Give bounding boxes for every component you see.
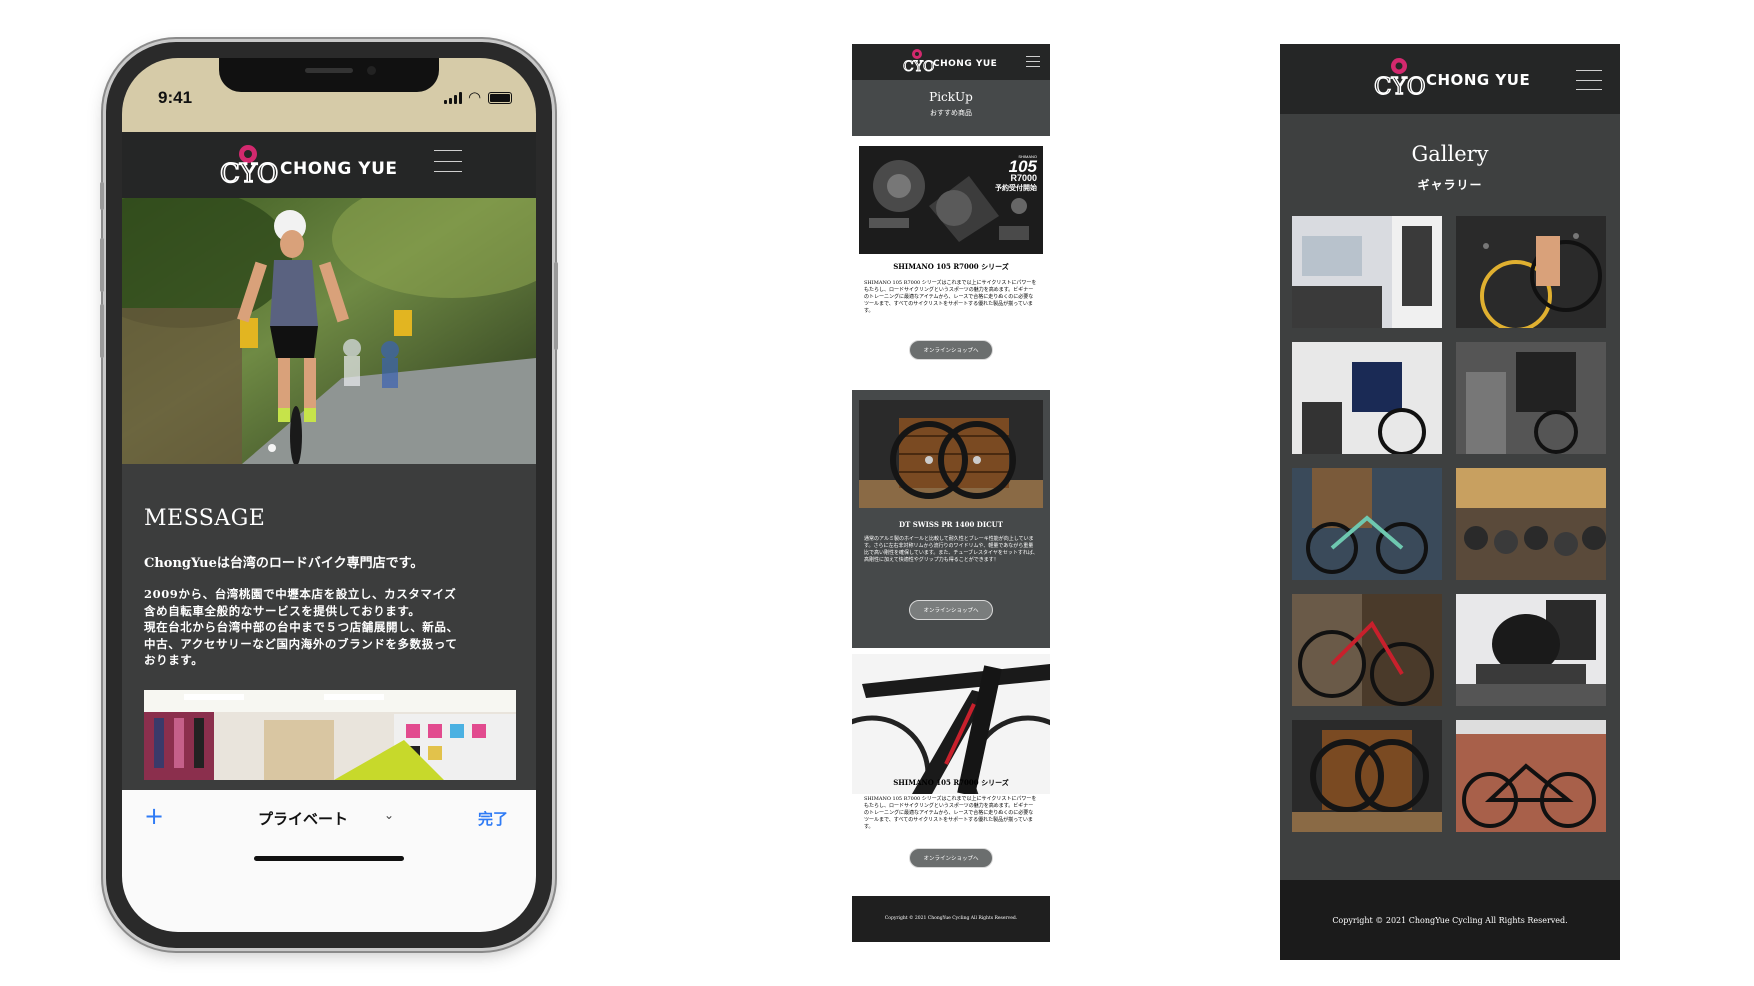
brand-wordmark: CHONG YUE	[933, 59, 998, 69]
done-button[interactable]: 完了	[478, 808, 508, 829]
private-tab-group-button[interactable]: プライベート	[258, 808, 348, 829]
product-description: SHIMANO 105 R7000 シリーズはこれまで以上にサイクリストにパワー…	[864, 280, 1037, 314]
status-bar: 9:41 ◠	[122, 58, 536, 132]
cyo-logo-mark: CYO	[219, 145, 279, 186]
gallery-photo-bike-fitting[interactable]	[1292, 342, 1442, 454]
svg-text:CYO: CYO	[903, 59, 934, 74]
product-description: SHIMANO 105 R7000 シリーズはこれまで以上にサイクリストにパワー…	[864, 796, 1037, 830]
product-card: SHIMANO 105 R7000 予約受付開始 SHIMANO 105 R70…	[852, 136, 1050, 396]
home-indicator[interactable]	[254, 856, 404, 861]
pickup-title: PickUp	[929, 90, 973, 104]
hamburger-menu-icon[interactable]	[1026, 56, 1040, 67]
online-shop-button[interactable]: オンラインショップへ	[909, 340, 993, 360]
product-title: SHIMANO 105 R7000 シリーズ	[893, 778, 1009, 787]
message-lead: ChongYueは台湾のロードバイク専門店です。	[144, 556, 424, 571]
phone-mockup: 9:41 ◠ CYO CHONG YUE MESSAGE ChongYueは台湾…	[100, 42, 558, 948]
side-button	[554, 262, 558, 350]
hamburger-menu-icon[interactable]	[1576, 70, 1602, 90]
site-footer: Copyright © 2021 ChongYue Cycling All Ri…	[1280, 880, 1620, 960]
site-header: CYO CHONG YUE	[852, 44, 1050, 80]
product-description: 通常のアルミ製のホイールと比較して耐久性とブレーキ性能が向上しています。さらに左…	[864, 536, 1038, 563]
cyo-logo-mark: CYO	[1373, 58, 1426, 98]
gallery-page-preview: CYO CHONG YUE Gallery ギャラリー Copyright © …	[1280, 44, 1620, 960]
message-paragraph: 2009から、台湾桃園で中壢本店を設立し、カスタマイズ含め自転車全般的なサービス…	[144, 587, 457, 618]
cyo-logo-mark: CYO	[903, 49, 934, 74]
product-image-shimano-105: SHIMANO 105 R7000 予約受付開始	[859, 146, 1043, 254]
gallery-photo-wheels-on-pallet[interactable]	[1292, 720, 1442, 832]
site-header: CYO CHONG YUE	[1280, 44, 1620, 114]
volume-down-button	[100, 304, 104, 358]
pickup-page-preview: CYO CHONG YUE PickUp おすすめ商品 SHIMANO 105 …	[852, 44, 1050, 960]
badge-series: R7000	[1010, 173, 1037, 183]
status-time: 9:41	[158, 88, 193, 107]
brand-wordmark: CHONG YUE	[280, 159, 398, 179]
svg-text:CYO: CYO	[1374, 74, 1426, 98]
product-image-badge: SHIMANO 105 R7000 予約受付開始	[971, 154, 1037, 193]
gallery-photo-trainer-session[interactable]	[1456, 342, 1606, 454]
brand-logo[interactable]: CYO CHONG YUE	[218, 144, 397, 186]
notch	[219, 58, 439, 92]
hero-cyclist-photo	[122, 198, 536, 464]
phone-screen: 9:41 ◠ CYO CHONG YUE MESSAGE ChongYueは台湾…	[122, 58, 536, 932]
brand-logo[interactable]: CYO CHONG YUE	[902, 48, 997, 74]
gallery-photo-bike-brick-wall[interactable]	[1456, 720, 1606, 832]
product-image-dt-swiss-wheels	[859, 400, 1043, 508]
badge-note: 予約受付開始	[995, 183, 1037, 192]
pickup-heading-band: PickUp おすすめ商品	[852, 80, 1050, 136]
brand-logo[interactable]: CYO CHONG YUE	[1372, 56, 1530, 98]
mute-switch	[100, 182, 104, 210]
gallery-photo-green-bike[interactable]	[1292, 468, 1442, 580]
message-title: MESSAGE	[144, 506, 266, 531]
gallery-photo-bike-lifted[interactable]	[1456, 216, 1606, 328]
signal-icon	[444, 92, 464, 104]
gallery-photo-red-black-bike[interactable]	[1292, 594, 1442, 706]
chevron-down-icon[interactable]: ⌄	[384, 808, 394, 822]
product-title: DT SWISS PR 1400 DICUT	[899, 520, 1003, 529]
gallery-photo-shop-interior[interactable]	[1292, 216, 1442, 328]
wifi-icon: ◠	[468, 88, 482, 106]
new-tab-button[interactable]: +	[144, 802, 164, 830]
brand-wordmark: CHONG YUE	[1426, 71, 1531, 89]
online-shop-button[interactable]: オンラインショップへ	[909, 600, 993, 620]
gallery-photo-smart-trainer[interactable]	[1456, 594, 1606, 706]
shop-interior-photo	[144, 690, 516, 780]
gallery-title: Gallery	[1411, 142, 1489, 166]
hamburger-menu-icon[interactable]	[434, 150, 462, 172]
message-body: 2009から、台湾桃園で中壢本店を設立し、カスタマイズ含め自転車全般的なサービス…	[144, 586, 464, 669]
product-image-road-bike	[852, 654, 1050, 794]
pickup-subtitle: おすすめ商品	[930, 109, 972, 117]
gallery-photo-shop-crowd[interactable]	[1456, 468, 1606, 580]
online-shop-button[interactable]: オンラインショップへ	[909, 848, 993, 868]
product-card: SHIMANO 105 R7000 シリーズ SHIMANO 105 R7000…	[852, 648, 1050, 894]
safari-tab-bar: + プライベート ⌄ 完了	[122, 790, 536, 932]
product-card: DT SWISS PR 1400 DICUT 通常のアルミ製のホイールと比較して…	[852, 390, 1050, 650]
volume-up-button	[100, 238, 104, 292]
badge-model: 105	[1008, 157, 1037, 176]
svg-text:CYO: CYO	[220, 159, 278, 186]
gallery-subtitle: ギャラリー	[1417, 178, 1483, 192]
site-header: CYO CHONG YUE	[122, 132, 536, 198]
battery-icon	[488, 92, 512, 104]
product-title: SHIMANO 105 R7000 シリーズ	[893, 262, 1009, 271]
message-paragraph: 現在台北から台湾中部の台中まで５つ店舗展開し、新品、中古、アクセサリーなど国内海…	[144, 620, 459, 667]
site-footer: Copyright © 2021 ChongYue Cycling All Ri…	[852, 896, 1050, 942]
